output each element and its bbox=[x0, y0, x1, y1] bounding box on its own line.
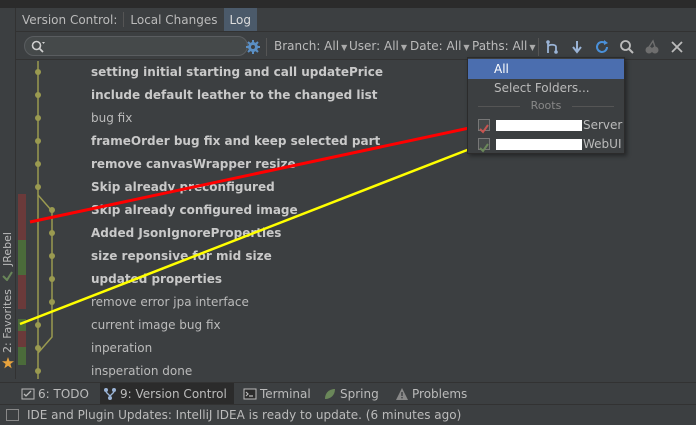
status-toggle-icon[interactable] bbox=[6, 409, 19, 421]
paths-option-all[interactable]: All bbox=[468, 59, 624, 79]
version-control-icon bbox=[104, 388, 116, 400]
tab-version-control-label: 9: Version Control bbox=[120, 387, 227, 401]
todo-icon bbox=[21, 388, 35, 400]
tab-terminal[interactable]: Terminal bbox=[240, 383, 311, 405]
tab-todo-label: 6: TODO bbox=[38, 387, 89, 401]
root-item-server[interactable]: Server bbox=[468, 115, 624, 135]
tab-spring[interactable]: Spring bbox=[320, 383, 382, 405]
tab-terminal-label: Terminal bbox=[260, 387, 311, 401]
redacted-text bbox=[496, 120, 582, 131]
tab-problems-label: Problems bbox=[412, 387, 468, 401]
tab-spring-label: Spring bbox=[340, 387, 379, 401]
status-message[interactable]: IDE and Plugin Updates: IntelliJ IDEA is… bbox=[27, 408, 461, 422]
roots-header: Roots bbox=[468, 98, 624, 114]
paths-option-select-folders[interactable]: Select Folders... bbox=[468, 78, 624, 98]
tab-version-control[interactable]: 9: Version Control bbox=[100, 383, 234, 405]
terminal-icon bbox=[243, 388, 257, 400]
bottom-tool-tabs: 6: TODO 9: Version Control Terminal Spri… bbox=[0, 382, 696, 405]
status-bar: IDE and Plugin Updates: IntelliJ IDEA is… bbox=[0, 404, 696, 425]
redacted-text bbox=[496, 139, 582, 150]
root-item-webui[interactable]: WebUI bbox=[468, 134, 624, 154]
tab-todo[interactable]: 6: TODO bbox=[18, 383, 94, 405]
root-name-webui: WebUI bbox=[583, 137, 622, 151]
tab-problems[interactable]: Problems bbox=[392, 383, 468, 405]
checkbox[interactable] bbox=[478, 119, 490, 134]
red-annotation-line bbox=[29, 122, 489, 224]
paths-dropdown: All Select Folders... Roots Server WebUI bbox=[467, 57, 625, 154]
warning-icon bbox=[396, 388, 408, 400]
spring-icon bbox=[325, 389, 335, 399]
root-name-server: Server bbox=[583, 118, 623, 132]
checkbox[interactable] bbox=[478, 138, 490, 153]
yellow-annotation-line bbox=[19, 143, 481, 326]
